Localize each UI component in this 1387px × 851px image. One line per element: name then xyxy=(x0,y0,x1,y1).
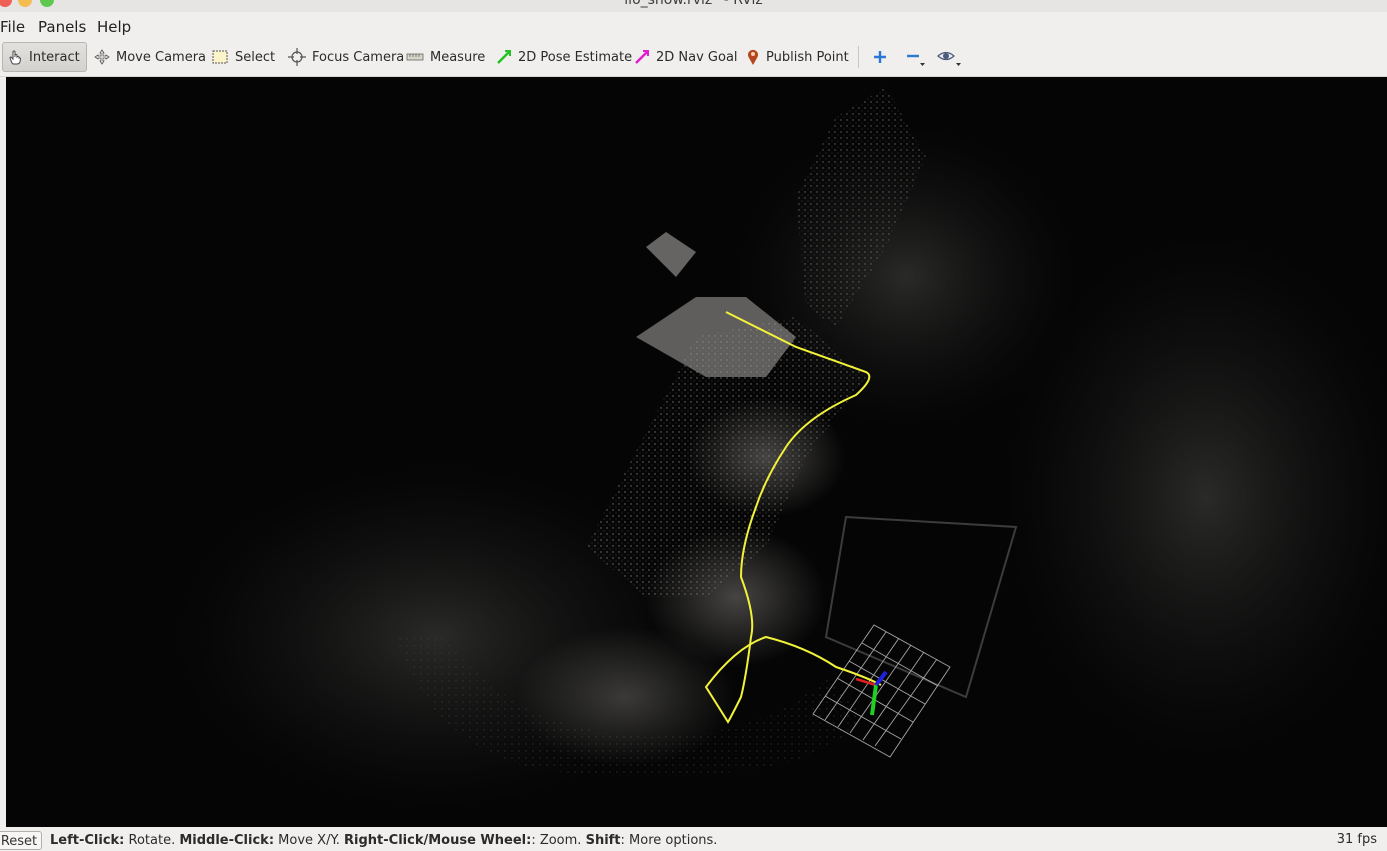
forecourt-ground xyxy=(686,397,846,517)
menu-panels[interactable]: Panels xyxy=(38,18,86,36)
minus-icon xyxy=(907,54,925,66)
magenta-arrow-icon xyxy=(635,50,649,64)
menubar: File Panels Help xyxy=(0,13,1387,38)
building-annex xyxy=(646,232,696,277)
map-pin-icon xyxy=(748,49,758,65)
select-rectangle-icon xyxy=(212,50,228,64)
view-options-button[interactable] xyxy=(932,42,966,72)
green-arrow-icon xyxy=(497,50,511,64)
interact-tool-button[interactable]: Interact xyxy=(2,42,87,72)
menu-help[interactable]: Help xyxy=(97,18,131,36)
tree-canopy xyxy=(516,627,736,767)
interaction-hint: Left-Click: Rotate. Middle-Click: Move X… xyxy=(50,833,718,848)
2d-nav-goal-label: 2D Nav Goal xyxy=(656,49,738,65)
plus-icon xyxy=(874,51,886,63)
reset-button[interactable]: Reset xyxy=(0,831,42,850)
select-tool-button[interactable]: Select xyxy=(207,42,279,72)
hand-icon xyxy=(9,50,22,65)
focus-camera-icon xyxy=(288,48,306,66)
window-title: lio_show.rviz* - RViz xyxy=(624,0,763,8)
toolbar-separator xyxy=(858,46,859,68)
measure-label: Measure xyxy=(430,49,486,65)
structure-outline xyxy=(824,515,1018,699)
publish-point-tool-button[interactable]: Publish Point xyxy=(742,42,853,72)
2d-pose-estimate-tool-button[interactable]: 2D Pose Estimate xyxy=(492,42,636,72)
3d-render-viewport[interactable] xyxy=(6,77,1387,827)
interact-label: Interact xyxy=(29,49,80,65)
move-camera-label: Move Camera xyxy=(116,49,207,65)
focus-camera-label: Focus Camera xyxy=(312,49,405,65)
focus-camera-tool-button[interactable]: Focus Camera xyxy=(284,42,408,72)
add-tool-button[interactable] xyxy=(868,42,892,72)
eye-icon xyxy=(937,51,961,66)
publish-point-label: Publish Point xyxy=(766,49,849,65)
2d-nav-goal-tool-button[interactable]: 2D Nav Goal xyxy=(630,42,742,72)
status-bar: Reset Left-Click: Rotate. Middle-Click: … xyxy=(0,828,1387,850)
point-cloud-scene xyxy=(176,87,1387,807)
menu-file[interactable]: File xyxy=(0,18,25,36)
ruler-icon xyxy=(406,53,424,61)
move-camera-tool-button[interactable]: Move Camera xyxy=(90,42,210,72)
fps-counter: 31 fps xyxy=(1336,832,1377,847)
measure-tool-button[interactable]: Measure xyxy=(402,42,489,72)
select-label: Select xyxy=(235,49,276,65)
2d-pose-estimate-label: 2D Pose Estimate xyxy=(518,49,633,65)
remove-tool-button[interactable] xyxy=(900,42,930,72)
toolbar: Interact Move Camera Select Focus Camera… xyxy=(0,38,1387,77)
window-titlebar: lio_show.rviz* - RViz xyxy=(0,0,1387,12)
move-camera-icon xyxy=(94,49,110,65)
